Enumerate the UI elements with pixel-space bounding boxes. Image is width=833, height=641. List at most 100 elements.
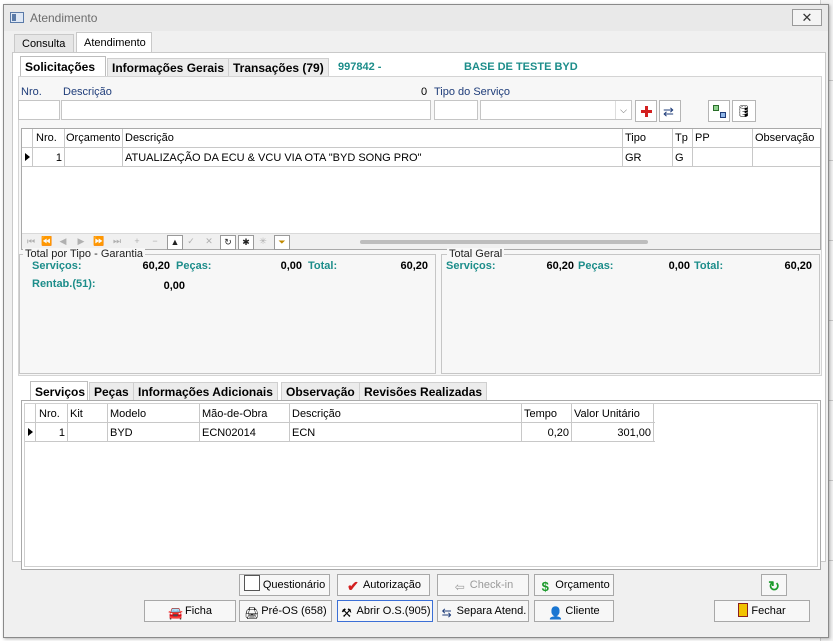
- column-header-orcamento[interactable]: Orçamento: [66, 132, 120, 144]
- table-row[interactable]: 1 ATUALIZAÇÃO DA ECU & VCU VIA OTA "BYD …: [22, 148, 820, 166]
- first-record-icon[interactable]: ⏮: [24, 235, 38, 248]
- column-header-observacao[interactable]: Observação: [755, 132, 814, 144]
- grid-navigator: ⏮ ⏪ ◀ ▶ ⏩ ⏭ + − ▲ ✓ ✕ ↻ ✱ ✳ ⏷: [22, 233, 820, 250]
- total-por-tipo-title: Total por Tipo - Garantia: [23, 248, 146, 260]
- next-record-icon[interactable]: ▶: [74, 235, 88, 248]
- tab-atendimento[interactable]: Atendimento: [76, 32, 152, 52]
- total-value: 60,20: [400, 260, 428, 272]
- refresh-button[interactable]: ↻: [761, 574, 787, 596]
- prior-page-icon[interactable]: ⏪: [40, 235, 54, 248]
- column-header-nro[interactable]: Nro.: [36, 132, 57, 144]
- tab-transacoes[interactable]: Transações (79): [228, 58, 329, 76]
- check-in-button[interactable]: ⇦ Check-in: [437, 574, 529, 596]
- chevron-down-icon[interactable]: ⌵: [615, 101, 631, 119]
- cliente-button[interactable]: 👤 Cliente: [534, 600, 614, 622]
- questionario-button[interactable]: Questionário: [239, 574, 330, 596]
- abrir-os-button[interactable]: ⚒ Abrir O.S.(905): [337, 600, 433, 622]
- row-indicator-icon: [25, 153, 30, 161]
- column-header-nro[interactable]: Nro.: [39, 408, 60, 420]
- column-header-kit[interactable]: Kit: [70, 408, 83, 420]
- column-header-descricao[interactable]: Descrição: [125, 132, 174, 144]
- solicitacoes-grid: Nro. Orçamento Descrição Tipo Tp PP Obse…: [21, 128, 821, 250]
- last-record-icon[interactable]: ⏭: [110, 235, 124, 248]
- dollar-icon: $: [541, 579, 549, 594]
- cell-tipo: GR: [625, 152, 642, 164]
- autorizacao-button[interactable]: ✔ Autorização: [337, 574, 430, 596]
- tab-informacoes-gerais[interactable]: Informações Gerais: [107, 58, 230, 76]
- cancel-edit-icon[interactable]: ✕: [202, 235, 216, 248]
- post-edit-icon[interactable]: ✓: [184, 235, 198, 248]
- pre-os-label: Pré-OS (658): [261, 605, 327, 617]
- abrir-os-label: Abrir O.S.(905): [356, 605, 431, 617]
- column-header-tp[interactable]: Tp: [675, 132, 688, 144]
- servicos-label: Serviços:: [32, 260, 82, 272]
- cell-modelo: BYD: [110, 427, 133, 439]
- tab-servicos[interactable]: Serviços: [30, 381, 88, 401]
- pre-os-button[interactable]: 🖨 Pré-OS (658): [239, 600, 332, 622]
- nro-input[interactable]: [18, 100, 60, 120]
- prior-record-icon[interactable]: ◀: [56, 235, 70, 248]
- tab-informacoes-adicionais[interactable]: Informações Adicionais: [133, 382, 278, 401]
- column-header-tempo[interactable]: Tempo: [524, 408, 557, 420]
- tab-solicitacoes[interactable]: Solicitações: [20, 56, 106, 76]
- total-label: Total:: [308, 260, 338, 272]
- atendimento-window: Atendimento ✕ Consulta Atendimento Solic…: [3, 4, 829, 638]
- tipo-servico-select[interactable]: ⌵: [480, 100, 632, 120]
- column-header-mao-de-obra[interactable]: Mão-de-Obra: [202, 408, 267, 420]
- descricao-input[interactable]: [61, 100, 431, 120]
- transfer-icon: ⇄: [663, 104, 674, 119]
- column-header-valor-unitario[interactable]: Valor Unitário: [574, 408, 640, 420]
- insert-record-icon[interactable]: +: [130, 235, 144, 248]
- edit-record-icon[interactable]: ▲: [167, 235, 183, 250]
- ficha-button[interactable]: 🚘 Ficha: [144, 600, 236, 622]
- refresh-records-icon[interactable]: ↻: [220, 235, 236, 250]
- column-header-tipo[interactable]: Tipo: [625, 132, 646, 144]
- delete-record-icon[interactable]: −: [148, 235, 162, 248]
- ficha-label: Ficha: [185, 605, 212, 617]
- car-icon: 🚘: [168, 606, 183, 620]
- tools-icon: ⚒: [341, 606, 352, 620]
- network-button[interactable]: [708, 100, 730, 122]
- autorizacao-label: Autorização: [362, 579, 422, 591]
- tab-observacao[interactable]: Observação: [281, 382, 360, 401]
- window-title: Atendimento: [30, 11, 98, 25]
- filter-icon[interactable]: ⏷: [274, 235, 290, 250]
- tipo-servico-code-input[interactable]: [434, 100, 478, 120]
- oil-button[interactable]: 🛢: [732, 100, 756, 122]
- horizontal-scrollbar[interactable]: [360, 240, 648, 244]
- cell-nro: 1: [58, 427, 65, 439]
- geral-total-value: 60,20: [784, 260, 812, 272]
- column-header-pp[interactable]: PP: [695, 132, 710, 144]
- column-header-descricao[interactable]: Descrição: [292, 408, 341, 420]
- table-row[interactable]: 1 BYD ECN02014 ECN 0,20 301,00: [25, 423, 655, 441]
- geral-pecas-label: Peças:: [578, 260, 614, 272]
- close-button[interactable]: ✕: [792, 9, 822, 26]
- transfer-button[interactable]: ⇄: [659, 100, 681, 122]
- row-indicator-icon: [28, 428, 33, 436]
- cell-nro: 1: [55, 152, 62, 164]
- cell-tp: G: [675, 152, 684, 164]
- column-header-modelo[interactable]: Modelo: [110, 408, 146, 420]
- pecas-value: 0,00: [280, 260, 302, 272]
- descricao-counter: 0: [421, 86, 428, 98]
- next-page-icon[interactable]: ⏩: [92, 235, 106, 248]
- orcamento-label: Orçamento: [555, 579, 610, 591]
- exit-door-icon: [738, 603, 749, 617]
- geral-total-label: Total:: [694, 260, 724, 272]
- fechar-button[interactable]: Fechar: [714, 600, 810, 622]
- atendimento-code: 997842 -: [338, 61, 382, 73]
- add-button[interactable]: [635, 100, 657, 122]
- bookmark-icon[interactable]: ✱: [238, 235, 254, 250]
- total-por-tipo-group: [19, 254, 436, 374]
- fechar-label: Fechar: [751, 605, 786, 617]
- printer-icon: 🖨: [244, 606, 260, 620]
- descricao-label: Descrição: [63, 86, 112, 98]
- base-name: BASE DE TESTE BYD: [464, 61, 578, 73]
- orcamento-button[interactable]: $ Orçamento: [534, 574, 614, 596]
- cell-valor-unitario: 301,00: [617, 427, 651, 439]
- tab-consulta[interactable]: Consulta: [14, 34, 74, 52]
- separa-atend-button[interactable]: ⇆ Separa Atend.: [437, 600, 529, 622]
- goto-bookmark-icon[interactable]: ✳: [256, 235, 270, 248]
- tab-revisoes-realizadas[interactable]: Revisões Realizadas: [359, 382, 488, 401]
- tab-pecas[interactable]: Peças: [89, 382, 134, 401]
